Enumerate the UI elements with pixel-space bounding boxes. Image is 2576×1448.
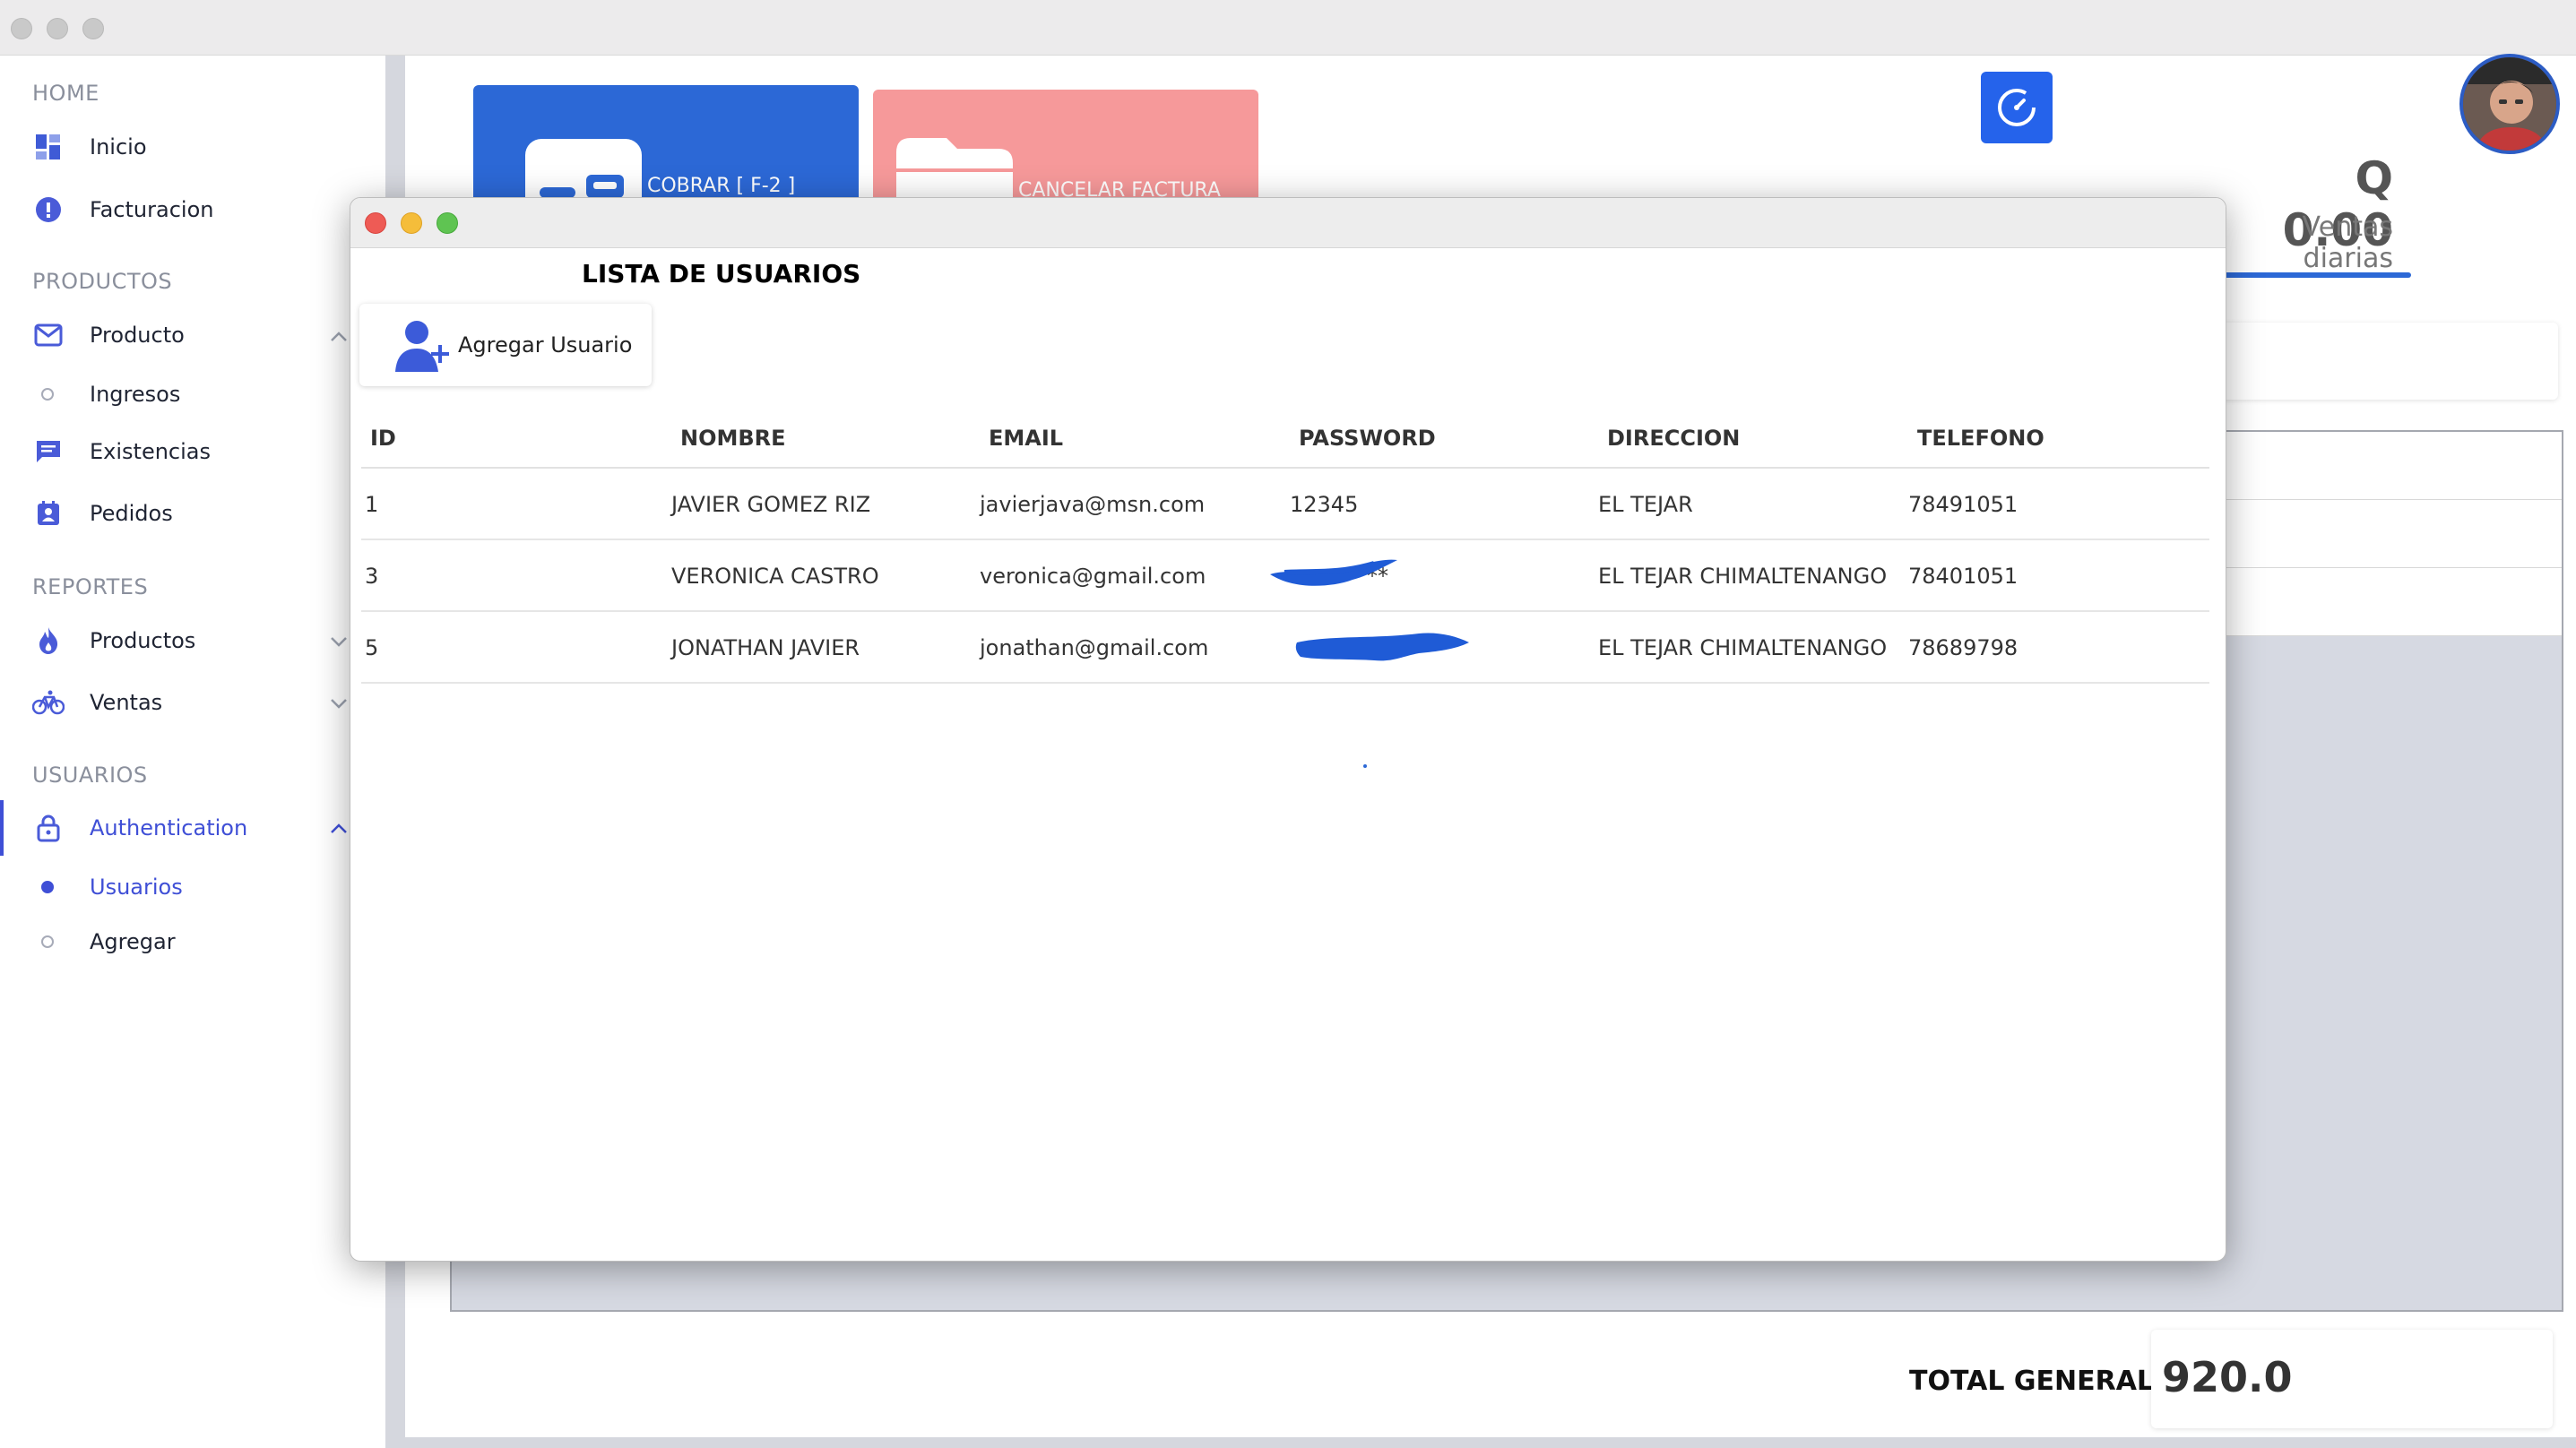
- add-user-label: Agregar Usuario: [458, 332, 633, 358]
- sidebar-item-label: Productos: [90, 628, 196, 653]
- active-indicator: [0, 800, 4, 856]
- column-header-direccion[interactable]: DIRECCION: [1607, 426, 1740, 451]
- section-productos-title: PRODUCTOS: [32, 269, 173, 294]
- invoice-table-rows: [2223, 432, 2562, 636]
- cell-id: 1: [365, 492, 379, 517]
- sidebar-item-existencias[interactable]: Existencias: [32, 429, 211, 474]
- sidebar-item-label: Usuarios: [90, 875, 183, 900]
- cell-direccion: EL TEJAR: [1598, 492, 1693, 517]
- redaction-scribble: [1270, 559, 1397, 586]
- cell-nombre: VERONICA CASTRO: [671, 564, 879, 589]
- sidebar-item-agregar[interactable]: Agregar: [41, 919, 176, 964]
- chevron-down-icon[interactable]: [328, 693, 350, 714]
- table-row[interactable]: 3 VERONICA CASTRO veronica@gmail.com ** …: [361, 540, 2209, 612]
- lock-icon: [32, 812, 65, 844]
- sidebar-item-producto[interactable]: Producto: [32, 313, 185, 358]
- dialog-close-button[interactable]: [365, 212, 386, 234]
- window-minimize-button[interactable]: [47, 18, 68, 39]
- timer-button[interactable]: [1981, 72, 2053, 143]
- bullet-icon: [41, 388, 54, 401]
- section-home-title: HOME: [32, 81, 99, 106]
- sidebar-item-label: Existencias: [90, 439, 211, 464]
- table-row[interactable]: [2223, 432, 2562, 500]
- sidebar-item-authentication[interactable]: Authentication: [32, 806, 247, 850]
- table-row[interactable]: [2223, 568, 2562, 636]
- contact-calendar-icon: [32, 497, 65, 530]
- table-row[interactable]: 1 JAVIER GOMEZ RIZ javierjava@msn.com 12…: [361, 469, 2209, 540]
- chevron-down-icon[interactable]: [328, 631, 350, 652]
- sidebar-item-label: Ventas: [90, 690, 163, 715]
- dialog-titlebar: [350, 198, 2226, 248]
- cell-id: 3: [365, 564, 379, 589]
- window-titlebar: [0, 0, 2576, 56]
- add-user-button[interactable]: Agregar Usuario: [359, 304, 652, 386]
- sidebar-item-usuarios[interactable]: Usuarios: [41, 865, 183, 909]
- sidebar-item-label: Pedidos: [90, 501, 173, 526]
- dashboard-icon: [32, 131, 65, 163]
- flame-icon: [32, 625, 65, 657]
- total-general-value: 920.0: [2162, 1353, 2293, 1401]
- sidebar-item-ingresos[interactable]: Ingresos: [41, 372, 180, 417]
- sidebar-item-label: Inicio: [90, 134, 147, 159]
- bullet-icon: [41, 935, 54, 948]
- sidebar-item-inicio[interactable]: Inicio: [32, 125, 147, 169]
- window-zoom-button[interactable]: [82, 18, 104, 39]
- cell-telefono: 78401051: [1908, 564, 2018, 589]
- daily-sales-label: Ventas diarias: [2302, 211, 2393, 274]
- cell-telefono: 78491051: [1908, 492, 2018, 517]
- users-dialog: LISTA DE USUARIOS Agregar Usuario ID NOM…: [350, 197, 2226, 1262]
- alert-circle-icon: [32, 194, 65, 226]
- sidebar-item-facturacion[interactable]: Facturacion: [32, 187, 213, 232]
- section-reportes-title: REPORTES: [32, 574, 149, 599]
- dialog-title: LISTA DE USUARIOS: [582, 259, 861, 289]
- sidebar-item-pedidos[interactable]: Pedidos: [32, 491, 173, 536]
- summary-card: [2214, 323, 2558, 400]
- redaction-scribble: [1295, 633, 1469, 661]
- chevron-up-icon[interactable]: [328, 326, 350, 348]
- add-user-icon: [395, 321, 449, 372]
- chevron-up-icon[interactable]: [328, 818, 350, 840]
- bottom-border: [405, 1437, 2576, 1448]
- cell-direccion: EL TEJAR CHIMALTENANGO: [1598, 635, 1888, 660]
- total-general-label: TOTAL GENERAL: [1909, 1366, 2155, 1397]
- cell-telefono: 78689798: [1908, 635, 2018, 660]
- column-header-telefono[interactable]: TELEFONO: [1917, 426, 2044, 451]
- dialog-minimize-button[interactable]: [401, 212, 422, 234]
- loading-dot: [1363, 764, 1367, 768]
- cell-nombre: JONATHAN JAVIER: [671, 635, 860, 660]
- cell-nombre: JAVIER GOMEZ RIZ: [671, 492, 871, 517]
- window-close-button[interactable]: [11, 18, 32, 39]
- cell-email: jonathan@gmail.com: [980, 635, 1209, 660]
- daily-sales-underline: [2214, 272, 2411, 278]
- cell-direccion: EL TEJAR CHIMALTENANGO: [1598, 564, 1888, 589]
- bicycle-icon: [32, 686, 65, 719]
- bullet-icon: [41, 881, 54, 893]
- message-icon: [32, 435, 65, 468]
- sidebar-item-ventas[interactable]: Ventas: [32, 680, 162, 725]
- column-header-password[interactable]: PASSWORD: [1299, 426, 1436, 451]
- cell-email: javierjava@msn.com: [980, 492, 1206, 517]
- sidebar-item-label: Authentication: [90, 815, 248, 840]
- cell-id: 5: [365, 635, 379, 660]
- user-avatar[interactable]: [2459, 54, 2560, 154]
- avatar-photo: [2463, 57, 2556, 151]
- table-row[interactable]: 5 JONATHAN JAVIER jonathan@gmail.com EL …: [361, 612, 2209, 684]
- section-usuarios-title: USUARIOS: [32, 763, 148, 788]
- column-header-id[interactable]: ID: [370, 426, 396, 451]
- sidebar-item-label: Facturacion: [90, 197, 214, 222]
- column-header-nombre[interactable]: NOMBRE: [680, 426, 786, 451]
- cell-password: 12345: [1290, 492, 1359, 517]
- sidebar: [0, 56, 385, 1448]
- table-row[interactable]: [2223, 500, 2562, 568]
- sidebar-item-productos-reporte[interactable]: Productos: [32, 618, 195, 663]
- sidebar-item-label: Producto: [90, 323, 185, 348]
- sidebar-item-label: Ingresos: [90, 382, 181, 407]
- cell-email: veronica@gmail.com: [980, 564, 1206, 589]
- dialog-zoom-button[interactable]: [437, 212, 458, 234]
- cobrar-button-label: COBRAR [ F-2 ]: [647, 175, 796, 197]
- timer-icon: [1998, 89, 2036, 126]
- mail-icon: [32, 319, 65, 351]
- column-header-email[interactable]: EMAIL: [989, 426, 1063, 451]
- sidebar-item-label: Agregar: [90, 929, 176, 954]
